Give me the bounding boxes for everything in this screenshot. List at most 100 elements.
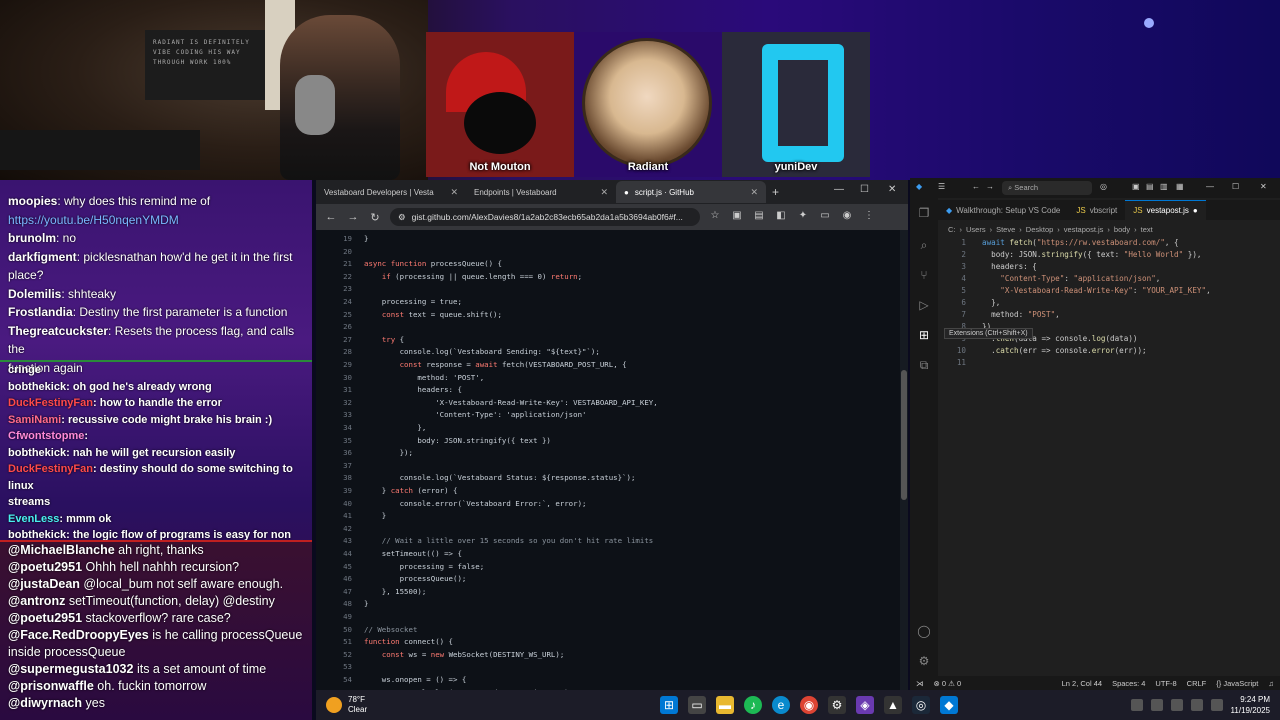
reload-icon[interactable]: ↻ (368, 211, 382, 224)
account-icon[interactable]: ◯ (917, 624, 931, 638)
obs-icon[interactable]: ◈ (856, 696, 874, 714)
chat-username[interactable]: @diwyrnach (8, 696, 82, 710)
layout-icon[interactable]: ▥ (1160, 182, 1168, 191)
maximize-icon[interactable]: ☐ (1232, 182, 1239, 191)
breadcrumb-item[interactable]: Steve (996, 225, 1015, 234)
breadcrumb-item[interactable]: Desktop (1026, 225, 1054, 234)
close-window-icon[interactable]: ✕ (888, 184, 896, 195)
line-ending[interactable]: CRLF (1187, 679, 1207, 688)
clock[interactable]: 9:24 PM 11/19/2025 (1231, 694, 1270, 716)
scrollbar-thumb[interactable] (901, 370, 907, 500)
chat-username[interactable]: @prisonwaffle (8, 679, 94, 693)
chat-username[interactable]: EvenLess (8, 513, 59, 525)
profile-avatar-icon[interactable]: ◉ (840, 210, 854, 224)
tray-icon[interactable] (1130, 699, 1143, 711)
editor-tab[interactable]: ◆ Walkthrough: Setup VS Code (938, 200, 1068, 220)
steam-icon[interactable]: ◎ (912, 696, 930, 714)
layout-icon[interactable]: ▤ (1146, 182, 1154, 191)
file-explorer-icon[interactable]: ▬ (716, 696, 734, 714)
chat-username[interactable]: @antronz (8, 594, 65, 608)
chat-username[interactable]: bobthekick (8, 447, 66, 459)
chat-username[interactable]: @poetu2951 (8, 611, 82, 625)
remote-icon[interactable]: ⋊ (916, 679, 924, 688)
address-bar[interactable]: ⚙ gist.github.com/AlexDavies8/1a2ab2c83e… (390, 208, 700, 226)
minimize-icon[interactable]: — (1206, 182, 1214, 191)
code-line[interactable]: .catch(err => console.error(err)); (982, 346, 1146, 355)
chat-username[interactable]: bobthekick (8, 381, 66, 393)
back-icon[interactable]: ← (972, 182, 980, 191)
sidebar-icon[interactable]: ▭ (818, 210, 832, 224)
unsaved-dot-icon[interactable]: ● (1193, 206, 1198, 215)
maximize-icon[interactable]: ☐ (860, 184, 869, 195)
chat-username[interactable]: DuckFestinyFan (8, 397, 93, 409)
close-icon[interactable]: ✕ (600, 187, 608, 198)
code-line[interactable]: }, (982, 298, 1000, 307)
browser-tab[interactable]: Vestaboard Developers | Vesta ✕ (316, 181, 466, 203)
tray-icon[interactable] (1150, 699, 1163, 711)
minimize-icon[interactable]: — (834, 184, 844, 195)
chat-username[interactable]: darkfigment (8, 250, 77, 264)
breadcrumb-item[interactable]: body (1114, 225, 1130, 234)
menu-icon[interactable]: ☰ (938, 182, 945, 191)
chat-username[interactable]: @Face.RedDroopyEyes (8, 628, 149, 642)
indentation[interactable]: Spaces: 4 (1112, 679, 1145, 688)
spotify-icon[interactable]: ♪ (744, 696, 762, 714)
search-icon[interactable]: ⌕ (917, 238, 931, 252)
browser-tab[interactable]: Endpoints | Vestaboard ✕ (466, 181, 616, 203)
task-view-icon[interactable]: ▭ (688, 696, 706, 714)
extension-icon[interactable]: ▣ (730, 210, 744, 224)
command-center-search[interactable]: ⌕ Search (1002, 181, 1092, 195)
editor-code[interactable]: 1 await fetch("https://rw.vestaboard.com/… (938, 236, 1268, 656)
new-tab-icon[interactable]: + (766, 185, 785, 199)
explorer-icon[interactable]: ❐ (917, 206, 931, 220)
site-info-icon[interactable]: ⚙ (398, 212, 406, 223)
menu-icon[interactable]: ⋮ (862, 210, 876, 224)
chat-username[interactable]: Cfwontstopme (8, 430, 84, 442)
layout-icon[interactable]: ▦ (1176, 182, 1184, 191)
close-window-icon[interactable]: ✕ (1260, 182, 1267, 191)
weather-widget[interactable]: 78°F Clear (316, 695, 516, 715)
close-icon[interactable]: ✕ (450, 187, 458, 198)
tray-icon[interactable] (1170, 699, 1183, 711)
chat-username[interactable]: brunolm (8, 231, 56, 245)
code-line[interactable]: body: JSON.stringify({ text: "Hello Worl… (982, 250, 1201, 259)
problems-indicator[interactable]: ⊗ 0 ⚠ 0 (934, 679, 962, 688)
source-control-icon[interactable]: ⑂ (917, 268, 931, 282)
wifi-icon[interactable] (1190, 699, 1203, 711)
code-line[interactable]: "Content-Type": "application/json", (982, 274, 1160, 283)
encoding[interactable]: UTF-8 (1155, 679, 1176, 688)
forward-icon[interactable]: → (986, 182, 994, 191)
chat-username[interactable]: DuckFestinyFan (8, 463, 93, 475)
app-icon[interactable]: ⚙ (828, 696, 846, 714)
chat-username[interactable]: SamiNami (8, 414, 61, 426)
browser-tab-active[interactable]: ● script.js · GitHub ✕ (616, 181, 766, 203)
code-line[interactable]: method: "POST", (982, 310, 1060, 319)
breadcrumb-item[interactable]: vestapost.js (1064, 225, 1104, 234)
chat-username[interactable]: Thegreatcuckster (8, 324, 108, 338)
code-line[interactable]: headers: { (982, 262, 1037, 271)
cursor-position[interactable]: Ln 2, Col 44 (1062, 679, 1102, 688)
chat-username[interactable]: moopies (8, 194, 57, 208)
chat-username[interactable]: Frostlandia (8, 305, 73, 319)
app-icon[interactable]: ▲ (884, 696, 902, 714)
editor-tab[interactable]: JS vbscript (1068, 200, 1125, 220)
code-line[interactable]: "X-Vestaboard-Read-Write-Key": "YOUR_API… (982, 286, 1210, 295)
vscode-taskbar-icon[interactable]: ◆ (940, 696, 958, 714)
breadcrumb-item[interactable]: text (1141, 225, 1153, 234)
extensions-puzzle-icon[interactable]: ✦ (796, 210, 810, 224)
copilot-icon[interactable]: ◎ (1100, 182, 1107, 191)
close-icon[interactable]: ✕ (750, 187, 758, 198)
edge-icon[interactable]: e (772, 696, 790, 714)
volume-icon[interactable] (1210, 699, 1223, 711)
breadcrumb-item[interactable]: C: (948, 225, 956, 234)
bookmark-star-icon[interactable]: ☆ (708, 210, 722, 224)
editor-tab-active[interactable]: JS vestapost.js ● (1125, 200, 1206, 220)
remote-explorer-icon[interactable]: ⧉ (917, 358, 931, 372)
chrome-icon[interactable]: ◉ (800, 696, 818, 714)
layout-icon[interactable]: ▣ (1132, 182, 1140, 191)
run-debug-icon[interactable]: ▷ (917, 298, 931, 312)
forward-icon[interactable]: → (346, 211, 360, 223)
chat-link[interactable]: https://youtu.be/H50nqenYMDM (8, 213, 179, 227)
code-line[interactable]: await fetch("https://rw.vestaboard.com/"… (982, 238, 1179, 247)
language-mode[interactable]: {} JavaScript (1216, 679, 1258, 688)
